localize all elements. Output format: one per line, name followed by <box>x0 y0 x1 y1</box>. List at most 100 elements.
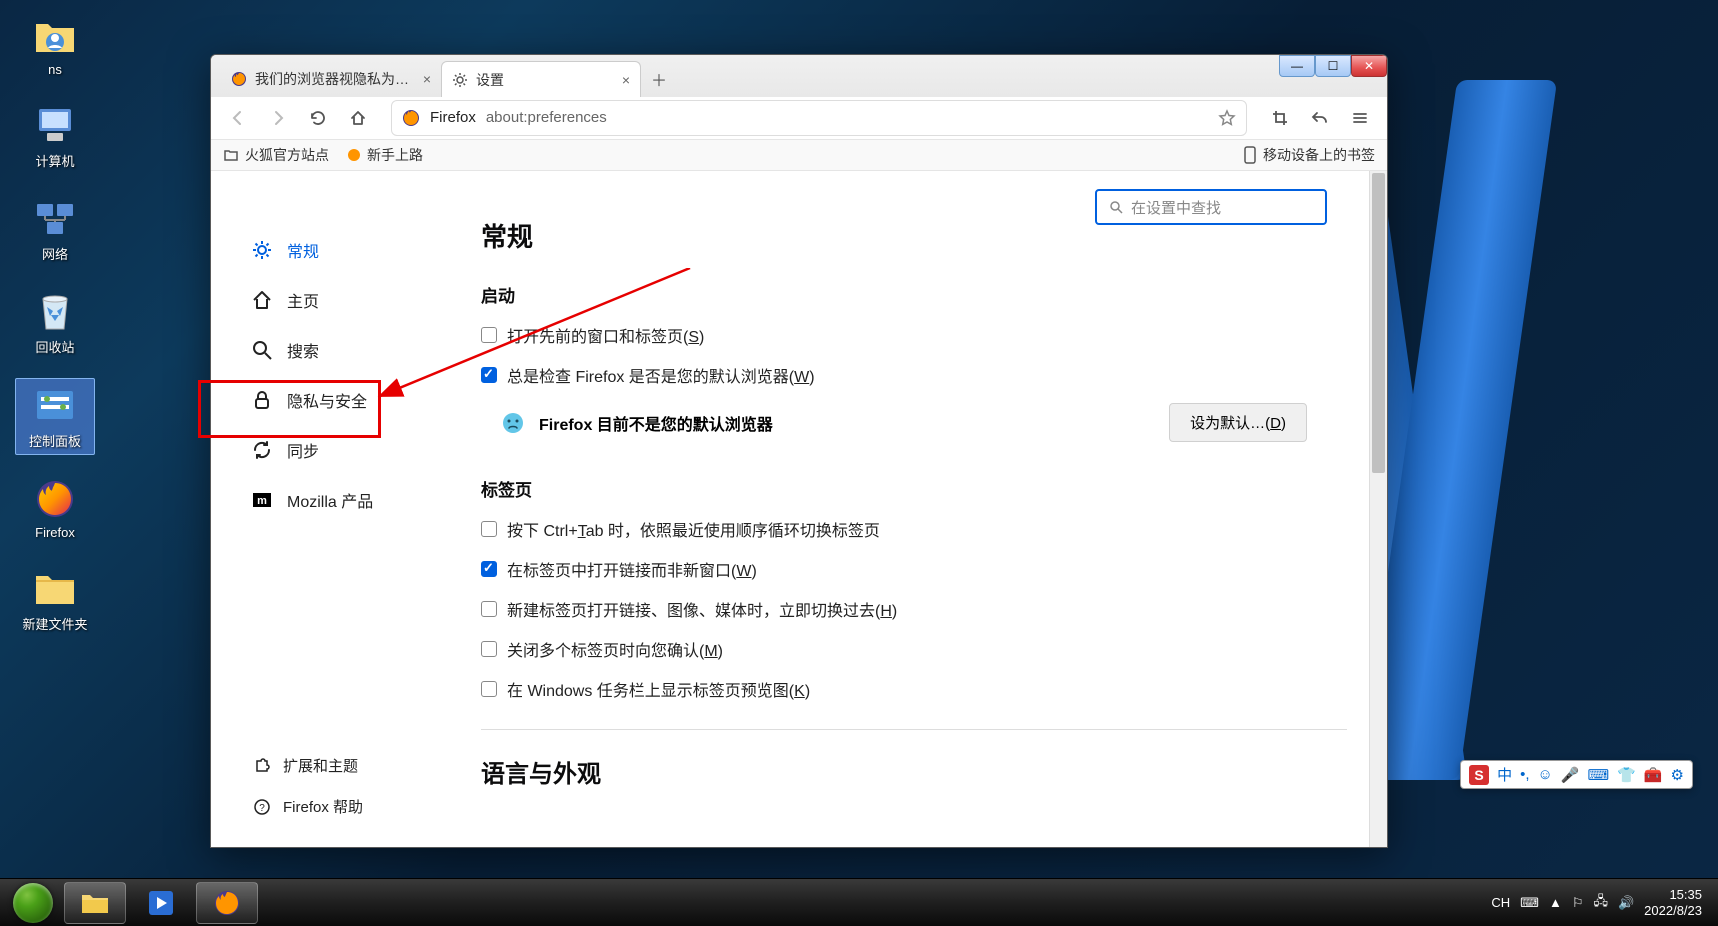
desktop-icon-control-panel[interactable]: 控制面板 <box>15 378 95 455</box>
firefox-icon <box>231 71 247 87</box>
gear-icon <box>251 239 273 261</box>
undo-button[interactable] <box>1303 101 1337 135</box>
window-controls: — ☐ ✕ <box>1279 55 1387 77</box>
url-bar[interactable]: Firefox about:preferences <box>391 100 1247 136</box>
ime-toolbar[interactable]: S 中 •, ☺ 🎤 ⌨ 👕 🧰 ⚙ <box>1460 760 1693 789</box>
ime-toolbox-icon[interactable]: 🧰 <box>1644 766 1663 784</box>
category-general[interactable]: 常规 <box>241 225 441 275</box>
back-button[interactable] <box>221 101 255 135</box>
firefox-icon <box>347 148 361 162</box>
desktop-icon-new-folder[interactable]: 新建文件夹 <box>15 562 95 637</box>
desktop-icon-network[interactable]: 网络 <box>15 192 95 267</box>
checkbox-switch-immediately[interactable]: 新建标签页打开链接、图像、媒体时，立即切换过去(H) <box>481 597 1347 621</box>
tray-volume-icon[interactable]: 🔊 <box>1618 895 1634 911</box>
close-button[interactable]: ✕ <box>1351 55 1387 77</box>
taskbar-app-explorer[interactable] <box>64 882 126 924</box>
forward-button[interactable] <box>261 101 295 135</box>
gear-icon <box>452 72 468 88</box>
category-sync[interactable]: 同步 <box>241 425 441 475</box>
tray-keyboard-icon[interactable]: ⌨ <box>1520 895 1539 911</box>
ime-emoji-icon[interactable]: ☺ <box>1538 766 1553 783</box>
desktop-icon-ns[interactable]: ns <box>15 10 95 81</box>
category-privacy[interactable]: 隐私与安全 <box>241 375 441 425</box>
checkbox-confirm-close-multiple[interactable]: 关闭多个标签页时向您确认(M) <box>481 637 1347 661</box>
reload-button[interactable] <box>301 101 335 135</box>
desktop-icon-recycle-bin[interactable]: 回收站 <box>15 285 95 360</box>
desktop-icon-label: 回收站 <box>35 337 74 356</box>
clock-date: 2022/8/23 <box>1644 903 1702 919</box>
taskbar-clock[interactable]: 15:35 2022/8/23 <box>1644 887 1702 918</box>
ime-keyboard-icon[interactable]: ⌨ <box>1588 766 1610 784</box>
category-mozilla[interactable]: m Mozilla 产品 <box>241 475 441 525</box>
start-button[interactable] <box>6 882 60 924</box>
close-icon[interactable]: × <box>622 72 630 88</box>
svg-text:m: m <box>257 495 267 507</box>
puzzle-icon <box>253 757 271 775</box>
screenshot-button[interactable] <box>1263 101 1297 135</box>
desktop-icon-label: Firefox <box>35 525 75 540</box>
tray-action-center-icon[interactable]: ⚐ <box>1572 895 1584 911</box>
vertical-scrollbar[interactable] <box>1369 171 1387 847</box>
search-icon <box>1109 200 1123 214</box>
url-identity-label: Firefox <box>430 109 476 126</box>
checkbox-label: 关闭多个标签页时向您确认(M) <box>507 637 723 661</box>
bookmarks-toolbar: 火狐官方站点 新手上路 移动设备上的书签 <box>211 140 1387 171</box>
ime-mode[interactable]: 中 <box>1497 764 1512 785</box>
ime-skin-icon[interactable]: 👕 <box>1617 766 1636 784</box>
checkbox-taskbar-preview[interactable]: 在 Windows 任务栏上显示标签页预览图(K) <box>481 677 1347 701</box>
checkbox-open-in-tabs[interactable]: 在标签页中打开链接而非新窗口(W) <box>481 557 1347 581</box>
set-default-button[interactable]: 设为默认…(D) <box>1169 403 1307 442</box>
checkbox-always-check-default[interactable]: 总是检查 Firefox 是否是您的默认浏览器(W) <box>481 363 1347 387</box>
svg-text:?: ? <box>259 803 265 814</box>
reload-icon <box>309 109 327 127</box>
checkbox-label: 按下 Ctrl+Tab 时，依照最近使用顺序循环切换标签页 <box>507 517 880 541</box>
bookmark-mobile-bookmarks[interactable]: 移动设备上的书签 <box>1243 145 1375 165</box>
desktop-icons-column: ns 计算机 网络 回收站 控制面板 Firefox 新建文件夹 <box>15 10 95 637</box>
settings-search-input[interactable]: 在设置中查找 <box>1095 189 1327 225</box>
category-home[interactable]: 主页 <box>241 275 441 325</box>
footer-help[interactable]: ? Firefox 帮助 <box>241 786 441 827</box>
star-icon <box>1218 109 1236 127</box>
sogou-logo-icon: S <box>1469 765 1489 785</box>
taskbar-app-media-player[interactable] <box>130 882 192 924</box>
bookmark-item-official[interactable]: 火狐官方站点 <box>223 145 329 165</box>
bookmark-star-button[interactable] <box>1218 109 1236 127</box>
minimize-button[interactable]: — <box>1279 55 1315 77</box>
tab-settings[interactable]: 设置 × <box>441 61 641 97</box>
desktop-icon-firefox[interactable]: Firefox <box>15 473 95 544</box>
scrollbar-thumb[interactable] <box>1372 173 1385 473</box>
desktop-icon-computer[interactable]: 计算机 <box>15 99 95 174</box>
tray-network-icon[interactable]: 🖧 <box>1593 892 1608 914</box>
tray-chevron-icon[interactable]: ▲ <box>1549 895 1562 910</box>
ime-settings-icon[interactable]: ⚙ <box>1671 766 1684 784</box>
app-menu-button[interactable] <box>1343 101 1377 135</box>
default-browser-row: Firefox 目前不是您的默认浏览器 设为默认…(D) <box>501 403 1347 442</box>
tray-ime-label[interactable]: CH <box>1491 895 1510 910</box>
sidebar-footer: 扩展和主题 ? Firefox 帮助 <box>241 745 441 827</box>
maximize-button[interactable]: ☐ <box>1315 55 1351 77</box>
tab-privacy-landing[interactable]: 我们的浏览器视隐私为先—这是 × <box>221 61 441 97</box>
bookmark-item-getting-started[interactable]: 新手上路 <box>347 145 423 165</box>
checkbox-icon <box>481 327 497 343</box>
ime-punctuation-icon[interactable]: •, <box>1520 766 1529 783</box>
desktop-icon-label: 网络 <box>42 244 68 263</box>
home-button[interactable] <box>341 101 375 135</box>
close-icon[interactable]: × <box>423 71 431 87</box>
footer-extensions[interactable]: 扩展和主题 <box>241 745 441 786</box>
checkbox-icon <box>481 681 497 697</box>
bookmark-label: 新手上路 <box>367 145 423 165</box>
category-search[interactable]: 搜索 <box>241 325 441 375</box>
sad-face-icon <box>501 411 525 435</box>
taskbar-app-firefox[interactable] <box>196 882 258 924</box>
ime-voice-icon[interactable]: 🎤 <box>1561 766 1580 784</box>
undo-icon <box>1311 109 1329 127</box>
clock-time: 15:35 <box>1669 887 1702 903</box>
mozilla-icon: m <box>251 489 273 511</box>
checkbox-restore-previous[interactable]: 打开先前的窗口和标签页(S) <box>481 323 1347 347</box>
new-tab-button[interactable]: ＋ <box>641 61 677 97</box>
settings-main-panel: 在设置中查找 常规 启动 打开先前的窗口和标签页(S) 总是检查 Firefox… <box>441 171 1387 847</box>
checkbox-ctrl-tab-order[interactable]: 按下 Ctrl+Tab 时，依照最近使用顺序循环切换标签页 <box>481 517 1347 541</box>
firefox-icon <box>213 889 241 917</box>
folder-icon <box>80 890 110 916</box>
section-heading-startup: 启动 <box>481 282 1347 307</box>
